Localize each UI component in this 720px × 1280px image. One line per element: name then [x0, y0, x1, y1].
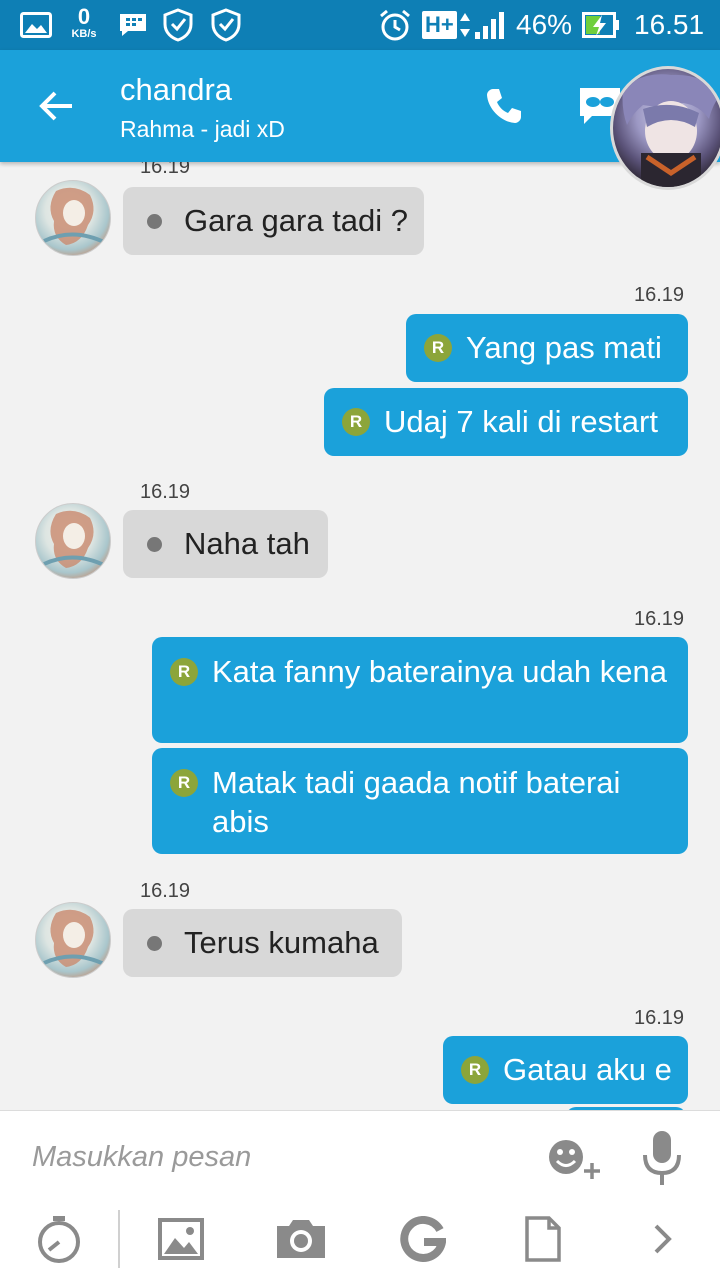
camera-icon	[277, 1220, 325, 1258]
read-receipt-badge: R	[170, 769, 198, 797]
status-dot	[147, 536, 162, 552]
status-bar: 0 KB/s H+ 46% 16.51	[0, 0, 720, 50]
emoji-button[interactable]	[546, 1133, 606, 1183]
status-dot	[147, 213, 162, 229]
message-timestamp: 16.19	[140, 162, 191, 178]
message-text: Gatau aku e	[503, 1052, 672, 1087]
message-text: Yang pas mati	[466, 330, 662, 365]
message-timestamp: 16.19	[140, 481, 191, 503]
gallery-notification-icon	[20, 0, 52, 50]
message-bubble-incoming[interactable]: Naha tah	[123, 510, 328, 578]
message-input[interactable]	[32, 1135, 512, 1179]
anime-avatar-image	[622, 74, 720, 187]
contact-name[interactable]: chandra	[120, 72, 232, 108]
read-receipt-badge: R	[461, 1056, 489, 1084]
message-text: Terus kumaha	[184, 925, 379, 960]
more-options-button[interactable]	[636, 1212, 690, 1266]
message-timestamp: 16.19	[634, 1007, 685, 1029]
camera-button[interactable]	[274, 1212, 328, 1266]
alarm-icon	[378, 0, 412, 50]
message-text: Matak tadi gaada notif baterai abis	[212, 765, 621, 839]
shield-icon	[162, 0, 194, 50]
attachment-toolbar	[0, 1202, 720, 1280]
chevron-right-icon	[654, 1224, 672, 1254]
contact-avatar[interactable]	[610, 66, 720, 190]
message-bubble-outgoing[interactable]: R Yang pas mati	[406, 314, 688, 382]
file-attach-button[interactable]	[516, 1212, 570, 1266]
avatar-image	[43, 909, 107, 967]
message-timestamp: 16.19	[634, 284, 685, 306]
message-bubble-outgoing[interactable]: R Gatau aku e	[443, 1036, 688, 1104]
shield-icon	[210, 0, 242, 50]
gallery-button[interactable]	[154, 1212, 208, 1266]
message-bubble-outgoing[interactable]: R Kata fanny baterainya udah kena	[152, 637, 688, 743]
sender-avatar[interactable]	[35, 503, 111, 579]
message-text: Gara gara tadi ?	[184, 203, 409, 238]
contact-status: Rahma - jadi xD	[120, 116, 285, 142]
message-timestamp: 16.19	[140, 880, 191, 902]
chat-messages[interactable]: 16.19 Gara gara tadi ? 16.19 R Yang pas …	[0, 162, 720, 1110]
read-receipt-badge: R	[170, 658, 198, 686]
clock: 16.51	[634, 9, 705, 40]
battery-charging-icon	[582, 0, 620, 50]
sender-avatar[interactable]	[35, 902, 111, 978]
message-text: Kata fanny baterainya udah kena	[212, 654, 668, 689]
signal-icon	[474, 0, 508, 50]
emoji-add-icon	[549, 1140, 600, 1179]
timer-icon	[38, 1216, 80, 1263]
bbm-notification-icon	[118, 0, 148, 50]
network-type-label: H+	[422, 11, 457, 39]
call-button[interactable]	[478, 80, 530, 132]
toolbar-divider	[118, 1210, 120, 1268]
network-type: H+	[422, 0, 471, 50]
battery-percent: 46%	[516, 9, 573, 40]
message-text: Udaj 7 kali di restart	[384, 404, 658, 439]
google-search-button[interactable]	[396, 1212, 450, 1266]
timed-message-button[interactable]	[32, 1212, 86, 1266]
message-text: Naha tah	[184, 526, 310, 561]
back-button[interactable]	[30, 80, 82, 132]
network-speed: 0 KB/s	[66, 6, 102, 40]
read-receipt-badge: R	[424, 334, 452, 362]
avatar-image	[43, 187, 107, 245]
message-bubble-incoming[interactable]: Terus kumaha	[123, 909, 402, 977]
image-icon	[158, 1218, 204, 1260]
read-receipt-badge: R	[342, 408, 370, 436]
google-icon	[400, 1216, 446, 1262]
microphone-icon	[643, 1131, 681, 1185]
message-bubble-incoming[interactable]: Gara gara tadi ?	[123, 187, 424, 255]
phone-icon	[487, 89, 521, 123]
message-timestamp: 16.19	[634, 608, 685, 630]
voice-record-button[interactable]	[640, 1129, 684, 1187]
speed-value: 0	[77, 4, 91, 29]
status-dot	[147, 935, 162, 951]
avatar-image	[43, 510, 107, 568]
sender-avatar[interactable]	[35, 180, 111, 256]
message-composer	[0, 1110, 720, 1202]
message-bubble-outgoing[interactable]: R Matak tadi gaada notif baterai abis	[152, 748, 688, 854]
message-bubble-outgoing[interactable]: R Udaj 7 kali di restart	[324, 388, 688, 456]
speed-unit: KB/s	[71, 28, 97, 40]
file-icon	[525, 1216, 561, 1262]
arrow-left-icon	[39, 91, 72, 121]
